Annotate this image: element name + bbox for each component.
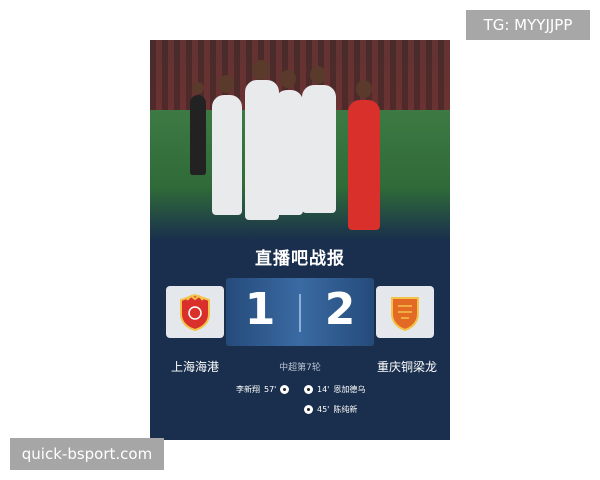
- site-watermark-text: quick-bsport.com: [21, 445, 153, 463]
- goal-minute: 57': [264, 385, 277, 394]
- referee-figure: [190, 95, 206, 175]
- scoreboard: 1 2: [226, 278, 374, 346]
- away-player-figure: [348, 100, 380, 230]
- away-team-name[interactable]: 重庆铜梁龙: [372, 358, 442, 375]
- goal-minute: 14': [317, 385, 330, 394]
- home-player-figure: [275, 90, 303, 215]
- telegram-watermark-text: TG: MYYJJPP: [483, 16, 573, 34]
- home-crest-icon: [180, 293, 210, 332]
- football-icon: [280, 385, 290, 394]
- telegram-watermark: TG: MYYJJPP: [466, 10, 590, 40]
- away-score: 2: [324, 284, 356, 335]
- site-watermark: quick-bsport.com: [10, 438, 164, 470]
- away-crest-icon: [391, 297, 419, 332]
- home-score: 1: [244, 284, 276, 335]
- goal-minute: 45': [317, 405, 330, 414]
- goal-event-away: 45' 陈纯新: [304, 404, 357, 415]
- home-player-head: [310, 66, 326, 84]
- goal-scorer: 陈纯新: [333, 405, 358, 414]
- goal-scorer: 恩加德乌: [333, 385, 366, 394]
- away-player-head: [356, 80, 372, 98]
- referee-head: [192, 82, 204, 94]
- home-player-figure: [212, 95, 242, 215]
- football-icon: [304, 385, 313, 394]
- goal-event-away: 14' 恩加德乌: [304, 384, 365, 395]
- home-player-head: [280, 70, 296, 88]
- home-player-figure: [302, 85, 336, 213]
- football-icon: [304, 405, 313, 414]
- away-team-logo[interactable]: [376, 286, 434, 338]
- match-photo: [150, 40, 450, 240]
- brand-title: 直播吧战报: [255, 249, 345, 269]
- goal-scorer: 李新翔: [236, 385, 260, 394]
- goal-event-home: 李新翔 57': [236, 384, 290, 395]
- home-player-figure: [245, 80, 279, 220]
- match-report-card[interactable]: 直播吧战报 1 2 上海海港 中超第7轮 重庆铜梁龙 李新翔 57' 14' 恩…: [150, 40, 450, 440]
- home-team-logo[interactable]: [166, 286, 224, 338]
- home-player-head: [218, 75, 234, 93]
- score-divider: [299, 294, 301, 332]
- home-player-head: [252, 60, 270, 80]
